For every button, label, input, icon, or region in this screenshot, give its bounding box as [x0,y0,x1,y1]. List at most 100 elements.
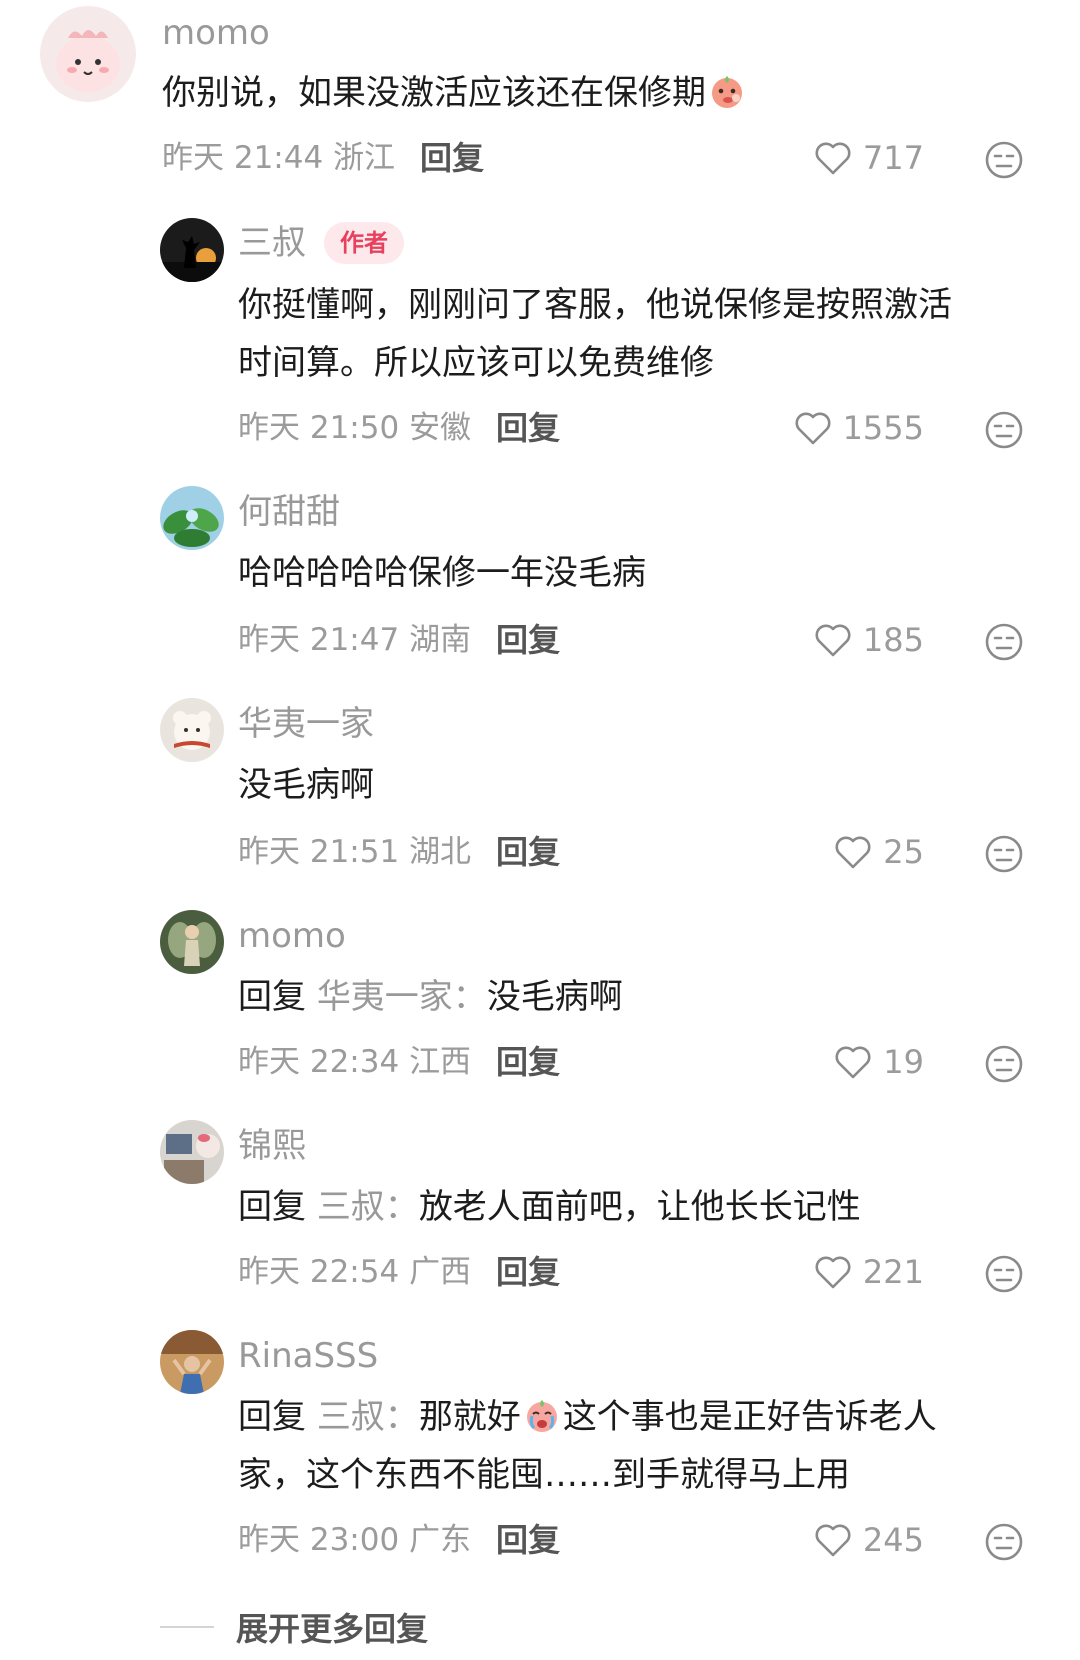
comment-text: 回复 三叔：放老人面前吧，让他长长记性 [238,1178,861,1236]
like-button[interactable]: 1555 [793,406,924,450]
avatar[interactable] [160,910,224,974]
like-button[interactable]: 25 [833,830,924,874]
neutral-face-icon [985,141,1023,179]
avatar[interactable] [160,486,224,550]
comment-text: 哈哈哈哈哈保修一年没毛病 [238,553,646,593]
room-photo-avatar-icon [160,1120,224,1184]
neutral-face-icon [985,411,1023,449]
like-button[interactable]: 185 [813,618,924,662]
reply-button[interactable]: 回复 [496,1250,560,1294]
neutral-face-icon [985,1255,1023,1293]
like-count: 1555 [842,409,924,447]
like-button[interactable]: 245 [813,1518,924,1562]
heart-icon [815,1256,851,1289]
username[interactable]: 锦熙 [238,1126,306,1166]
timestamp: 昨天 22:54 [238,1254,400,1290]
avatar[interactable] [160,218,224,282]
username[interactable]: 何甜甜 [238,492,340,532]
heart-icon [815,142,851,175]
comment-text-body: 没毛病啊 [486,977,623,1017]
avatar[interactable] [160,1330,224,1394]
comment-meta: 昨天 23:00 广东 [238,1518,471,1562]
neutral-face-icon [985,1045,1023,1083]
reply-target[interactable]: 三叔： [317,1187,419,1227]
like-count: 221 [862,1253,924,1291]
comment-meta: 昨天 21:51 湖北 [238,830,471,874]
crying-face-emoji-icon [523,1394,561,1432]
like-count: 19 [883,1043,924,1081]
reply-target[interactable]: 三叔： [317,1397,419,1437]
comment-text-body: 这个事也是正好告诉老人 [562,1397,937,1437]
location: 广东 [409,1522,472,1558]
avatar[interactable] [160,1120,224,1184]
comment-text: 回复 华夷一家：没毛病啊 [238,968,623,1026]
comment-text-line: 家，这个东西不能囤……到手就得马上用 [238,1455,850,1495]
like-count: 717 [862,139,924,177]
dislike-button[interactable] [984,1254,1024,1294]
heart-icon [795,412,831,445]
location: 安徽 [409,410,472,446]
reply-button[interactable]: 回复 [496,830,560,874]
username[interactable]: 三叔 [238,223,306,263]
reply-prefix: 回复 [238,977,306,1017]
plush-toy-avatar-icon [160,698,224,762]
neutral-face-icon [985,835,1023,873]
reply-prefix: 回复 [238,1187,306,1227]
reply-button[interactable]: 回复 [420,136,484,180]
like-count: 245 [862,1521,924,1559]
avatar[interactable] [40,6,136,102]
dislike-button[interactable] [984,834,1024,874]
location: 江西 [409,1044,472,1080]
comment-text: 回复 三叔：那就好 这个事也是正好告诉老人 [238,1388,937,1446]
like-button[interactable]: 221 [813,1250,924,1294]
avatar[interactable] [160,698,224,762]
dislike-button[interactable] [984,622,1024,662]
reply-button[interactable]: 回复 [496,1518,560,1562]
heart-icon [815,624,851,657]
neutral-face-icon [985,1523,1023,1561]
expand-more-label: 展开更多回复 [236,1610,429,1648]
dislike-button[interactable] [984,1522,1024,1562]
comment-meta: 昨天 22:54 广西 [238,1250,471,1294]
timestamp: 昨天 23:00 [238,1522,400,1558]
username[interactable]: RinaSSS [238,1336,378,1376]
timestamp: 昨天 21:44 [162,140,324,176]
photo-person-avatar-icon [160,1330,224,1394]
comment-text-body: 那就好 [418,1397,521,1437]
heart-icon [835,1046,871,1079]
comment-thread: momo 你别说，如果没激活应该还在保修期 昨天 21:44 浙江 回复 717… [0,0,1080,1660]
comment-text: 你别说，如果没激活应该还在保修期 [162,64,748,122]
dislike-button[interactable] [984,410,1024,450]
author-badge: 作者 [324,222,404,264]
reply-button[interactable]: 回复 [496,618,560,662]
divider [160,1626,214,1628]
shy-face-emoji-icon [708,70,746,108]
comment-text-line: 时间算。所以应该可以免费维修 [238,343,714,383]
expand-more-replies-button[interactable]: 展开更多回复 [160,1604,428,1650]
timestamp: 昨天 21:51 [238,834,400,870]
pink-cartoon-avatar-icon [40,6,136,102]
username[interactable]: 华夷一家 [238,704,374,744]
reply-button[interactable]: 回复 [496,406,560,450]
neutral-face-icon [985,623,1023,661]
reply-prefix: 回复 [238,1397,306,1437]
timestamp: 昨天 22:34 [238,1044,400,1080]
location: 广西 [409,1254,472,1290]
silhouette-sunset-avatar-icon [160,218,224,282]
comment-meta: 昨天 21:44 浙江 [162,136,395,180]
like-button[interactable]: 717 [813,136,924,180]
comment-text: 没毛病啊 [238,765,374,805]
like-count: 185 [862,621,924,659]
like-button[interactable]: 19 [833,1040,924,1084]
location: 浙江 [333,140,396,176]
reply-button[interactable]: 回复 [496,1040,560,1084]
reply-target[interactable]: 华夷一家： [317,977,487,1017]
dislike-button[interactable] [984,140,1024,180]
like-count: 25 [883,833,924,871]
dislike-button[interactable] [984,1044,1024,1084]
username[interactable]: momo [238,916,346,956]
comment-meta: 昨天 22:34 江西 [238,1040,471,1084]
location: 湖南 [409,622,472,658]
heart-icon [815,1524,851,1557]
username[interactable]: momo [162,13,270,53]
